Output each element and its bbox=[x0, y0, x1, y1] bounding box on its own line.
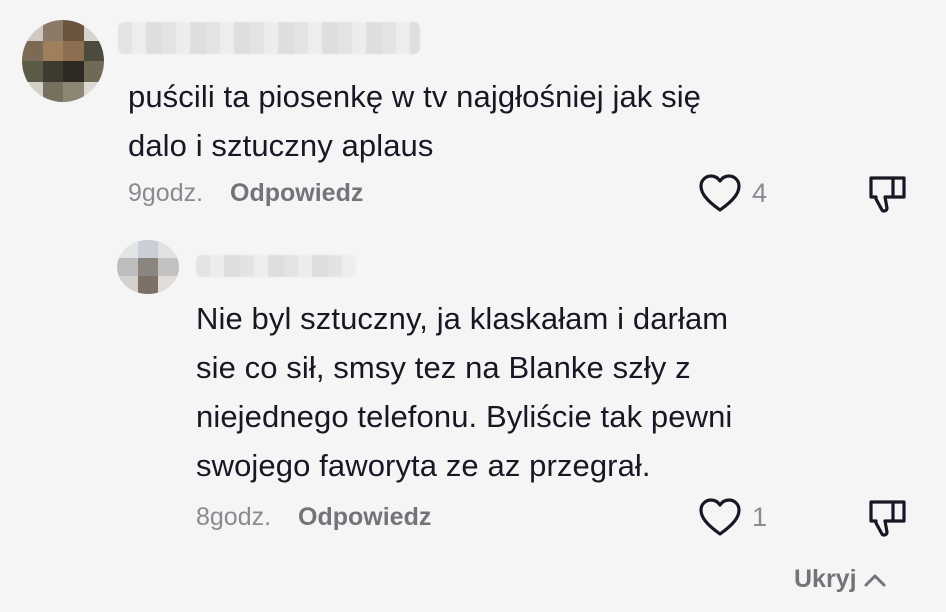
reply-text: Nie byl sztuczny, ja klaskałam i darłam … bbox=[196, 301, 733, 483]
hide-replies-button[interactable]: Ukryj bbox=[794, 565, 887, 594]
reply-commenter-avatar[interactable] bbox=[117, 240, 179, 294]
heart-outline-icon bbox=[699, 498, 741, 536]
heart-outline-icon bbox=[699, 174, 741, 212]
reply-dislike-button[interactable] bbox=[866, 496, 910, 540]
reply-meta: 8godz. Odpowiedz bbox=[196, 503, 431, 532]
commenter-avatar[interactable] bbox=[22, 20, 104, 102]
comment-time: 9godz. bbox=[128, 179, 204, 207]
dislike-button[interactable] bbox=[866, 172, 910, 216]
thumbs-down-icon bbox=[869, 176, 906, 213]
like-count: 4 bbox=[752, 177, 768, 208]
hide-replies-label: Ukryj bbox=[794, 565, 857, 593]
comment-meta: 9godz. Odpowiedz bbox=[128, 179, 363, 208]
commenter-name-redacted[interactable] bbox=[118, 22, 420, 54]
reply-button[interactable]: Odpowiedz bbox=[230, 179, 363, 207]
reply-commenter-name-redacted[interactable] bbox=[196, 255, 356, 277]
thumbs-down-icon bbox=[869, 500, 906, 537]
comment-text: puścili ta piosenkę w tv najgłośniej jak… bbox=[128, 79, 702, 163]
chevron-up-icon bbox=[864, 574, 886, 586]
reply-like-button[interactable]: 1 bbox=[698, 497, 767, 537]
reply-to-reply-button[interactable]: Odpowiedz bbox=[298, 503, 431, 531]
reply-time: 8godz. bbox=[196, 503, 272, 531]
like-button[interactable]: 4 bbox=[698, 173, 767, 213]
reply-like-count: 1 bbox=[752, 501, 768, 532]
